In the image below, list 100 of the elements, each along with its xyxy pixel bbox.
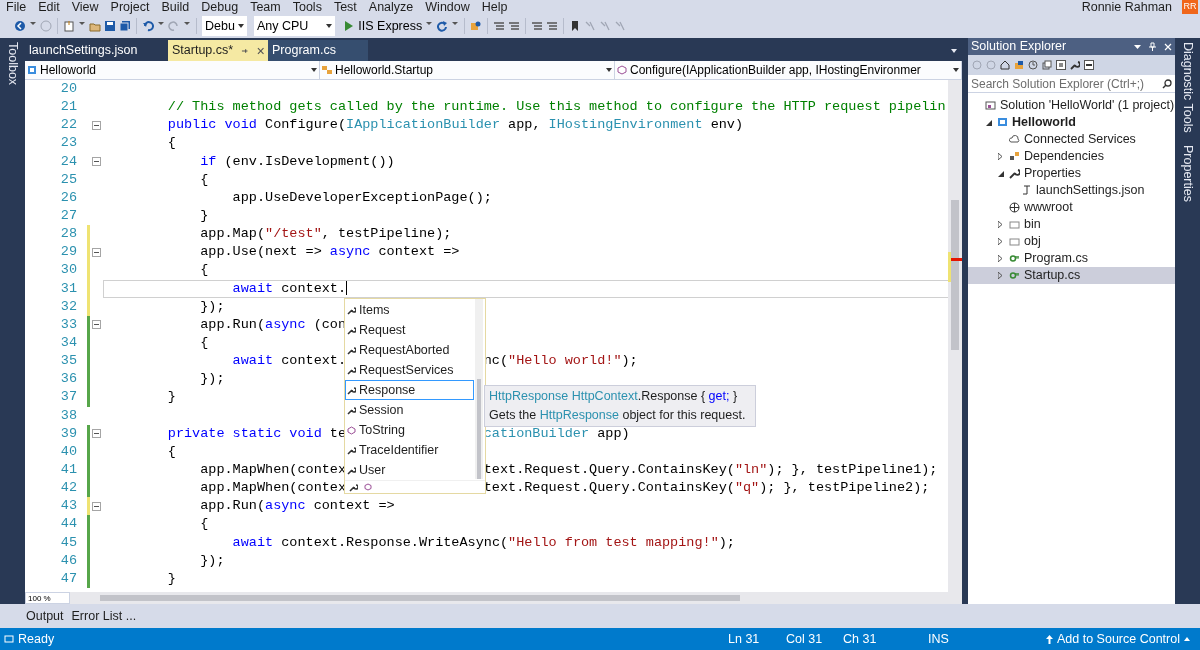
menu-item[interactable]: Debug [201, 0, 239, 14]
tree-item[interactable]: Helloworld [968, 114, 1175, 131]
source-control-button[interactable]: Add to Source Control [1046, 629, 1190, 649]
refresh-icon[interactable] [436, 20, 449, 32]
completion-item[interactable]: Request [345, 320, 473, 340]
tree-item[interactable]: Properties [968, 165, 1175, 182]
collapsed-icon[interactable] [998, 221, 1002, 228]
code-line: app.Run(async context => [199, 498, 395, 514]
run-button[interactable]: IIS Express [344, 16, 423, 36]
collapse-icon[interactable] [92, 120, 101, 130]
navigation-dropdown[interactable]: Configure(IApplicationBuilder app, IHostingEnvironmer [615, 61, 962, 79]
line-number: 22 [59, 116, 77, 135]
menu-item[interactable]: Project [110, 0, 150, 14]
dropdown-icon[interactable] [1134, 43, 1141, 50]
show-all-files-icon[interactable] [1056, 60, 1066, 70]
navigation-dropdown[interactable]: Helloworld.Startup [320, 61, 615, 79]
list-scrollbar[interactable] [475, 299, 483, 479]
menu-item[interactable]: Window [425, 0, 470, 14]
document-tab[interactable]: Startup.cs* [168, 40, 268, 61]
code-line: await context.Response.WriteAsync("Hello from test mapping!"); [231, 534, 735, 550]
collapse-icon[interactable] [92, 157, 101, 167]
line-number: 23 [59, 134, 77, 153]
status-text: Ch 31 [843, 630, 878, 648]
side-tab[interactable]: Toolbox [3, 42, 22, 86]
completion-item[interactable]: RequestServices [345, 360, 473, 380]
document-tab[interactable]: launchSettings.json [25, 40, 168, 61]
uncomment-lines-icon[interactable] [546, 20, 559, 32]
close-icon[interactable] [256, 46, 264, 55]
expanded-icon[interactable] [986, 119, 992, 126]
home-icon[interactable] [1000, 60, 1010, 70]
completion-item[interactable]: User [345, 460, 473, 480]
collapsed-icon[interactable] [998, 153, 1002, 160]
tree-item[interactable]: Startup.cs [968, 267, 1175, 284]
completion-item[interactable]: ToString [345, 420, 473, 440]
dropdown-icon[interactable] [950, 47, 958, 55]
open-folder-icon[interactable] [89, 20, 101, 32]
class-icon [322, 65, 332, 75]
menu-item[interactable]: Help [481, 0, 508, 14]
tree-item[interactable]: Program.cs [968, 250, 1175, 267]
menu-item[interactable]: Test [333, 0, 357, 14]
tree-item[interactable]: obj [968, 233, 1175, 250]
indent-icon[interactable] [493, 20, 506, 32]
navigation-dropdown[interactable]: Helloworld [25, 61, 320, 79]
collapse-icon[interactable] [92, 501, 101, 511]
preview-icon[interactable] [1084, 60, 1094, 70]
collapsed-icon[interactable] [998, 255, 1002, 262]
tree-item[interactable]: wwwroot [968, 199, 1175, 216]
collapsed-icon[interactable] [998, 238, 1002, 245]
completion-item[interactable]: Session [345, 400, 473, 420]
search-icon[interactable] [1162, 78, 1172, 89]
menu-item[interactable]: Tools [292, 0, 322, 14]
completion-item[interactable]: Items [345, 300, 473, 320]
vertical-scrollbar[interactable] [948, 80, 962, 592]
code-line: public void Configure(IApplicationBuilder app, IHostingEnvironment env) [166, 117, 744, 133]
switch-views-icon[interactable] [1014, 60, 1024, 70]
save-icon[interactable] [104, 20, 116, 32]
history-icon[interactable] [1028, 60, 1038, 70]
tree-item[interactable]: Dependencies [968, 148, 1175, 165]
menu-item[interactable]: Edit [38, 0, 60, 14]
completion-item[interactable]: RequestAborted [345, 340, 473, 360]
collapse-icon[interactable] [92, 429, 101, 439]
panel-tab[interactable]: Output [26, 606, 64, 626]
line-number: 47 [59, 569, 77, 588]
undo-icon[interactable] [142, 20, 154, 32]
pin-icon[interactable] [1149, 42, 1156, 51]
tree-item[interactable]: bin [968, 216, 1175, 233]
menu-item[interactable]: Team [250, 0, 281, 14]
indent-icon[interactable] [508, 20, 521, 32]
panel-tab[interactable]: Error List ... [71, 606, 137, 626]
side-tab[interactable]: Properties [1178, 144, 1197, 202]
collapse-all-icon[interactable] [1042, 60, 1052, 70]
line-number: 44 [59, 515, 77, 534]
menu-item[interactable]: View [71, 0, 99, 14]
save-all-icon[interactable] [119, 20, 131, 32]
menu-item[interactable]: Build [161, 0, 190, 14]
user-name[interactable]: Ronnie Rahman [1081, 0, 1172, 14]
collapse-icon[interactable] [92, 320, 101, 330]
completion-item[interactable]: Response [345, 380, 474, 400]
expanded-icon[interactable] [998, 170, 1004, 177]
code-line: await context. [231, 353, 347, 369]
tree-item[interactable]: Connected Services [968, 131, 1175, 148]
document-tab[interactable]: Program.cs [268, 40, 368, 61]
collapse-icon[interactable] [92, 247, 101, 257]
side-tab[interactable]: Diagnostic Tools [1178, 42, 1197, 133]
tree-item[interactable]: Solution 'HelloWorld' (1 project) [968, 97, 1175, 114]
zoom-dropdown[interactable]: 100 % [25, 592, 70, 604]
platform-dropdown[interactable]: Any CPU [253, 16, 336, 36]
pin-icon[interactable] [241, 46, 249, 55]
comment-lines-icon[interactable] [531, 20, 544, 32]
back-icon[interactable] [14, 20, 26, 32]
configuration-dropdown[interactable]: Debu [202, 16, 247, 36]
menu-item[interactable]: File [6, 0, 27, 14]
menu-item[interactable]: Analyze [368, 0, 414, 14]
code-line: app.Map("/test", testPipeline); [199, 226, 452, 242]
completion-item[interactable]: TraceIdentifier [345, 440, 473, 460]
tree-item[interactable]: launchSettings.json [968, 182, 1175, 199]
line-number: 32 [59, 297, 77, 316]
method-icon[interactable] [364, 483, 372, 491]
new-project-icon[interactable] [63, 20, 75, 32]
collapsed-icon[interactable] [998, 272, 1002, 279]
